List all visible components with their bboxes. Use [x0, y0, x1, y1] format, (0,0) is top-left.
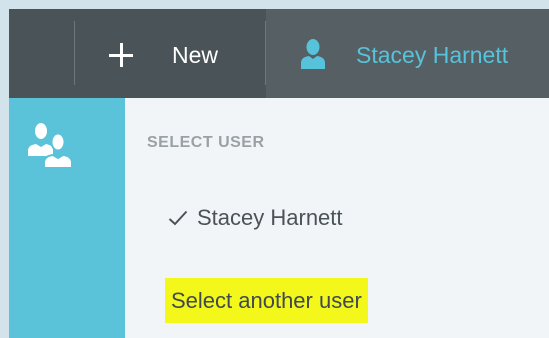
user-icon — [301, 39, 325, 69]
plus-icon — [109, 43, 133, 67]
current-user-name: Stacey Harnett — [356, 42, 509, 68]
users-icon[interactable] — [26, 122, 76, 168]
new-button-label: New — [172, 42, 219, 68]
new-button[interactable]: New — [75, 9, 265, 98]
toolbar-left-cap — [9, 9, 74, 98]
select-user-panel: SELECT USER Stacey Harnett Select anothe… — [125, 98, 549, 338]
current-user-tab[interactable]: Stacey Harnett — [266, 9, 549, 98]
select-another-user-link[interactable]: Select another user — [165, 278, 368, 323]
left-rail — [9, 98, 125, 338]
section-heading: SELECT USER — [147, 134, 265, 151]
user-option-label: Stacey Harnett — [197, 205, 343, 230]
top-toolbar: New Stacey Harnett — [9, 9, 549, 98]
app-window: New Stacey Harnett SELECT USER Stacey Ha… — [9, 9, 549, 338]
user-option-current[interactable]: Stacey Harnett — [168, 203, 343, 233]
check-icon — [168, 210, 188, 226]
select-another-user-label: Select another user — [171, 287, 362, 313]
